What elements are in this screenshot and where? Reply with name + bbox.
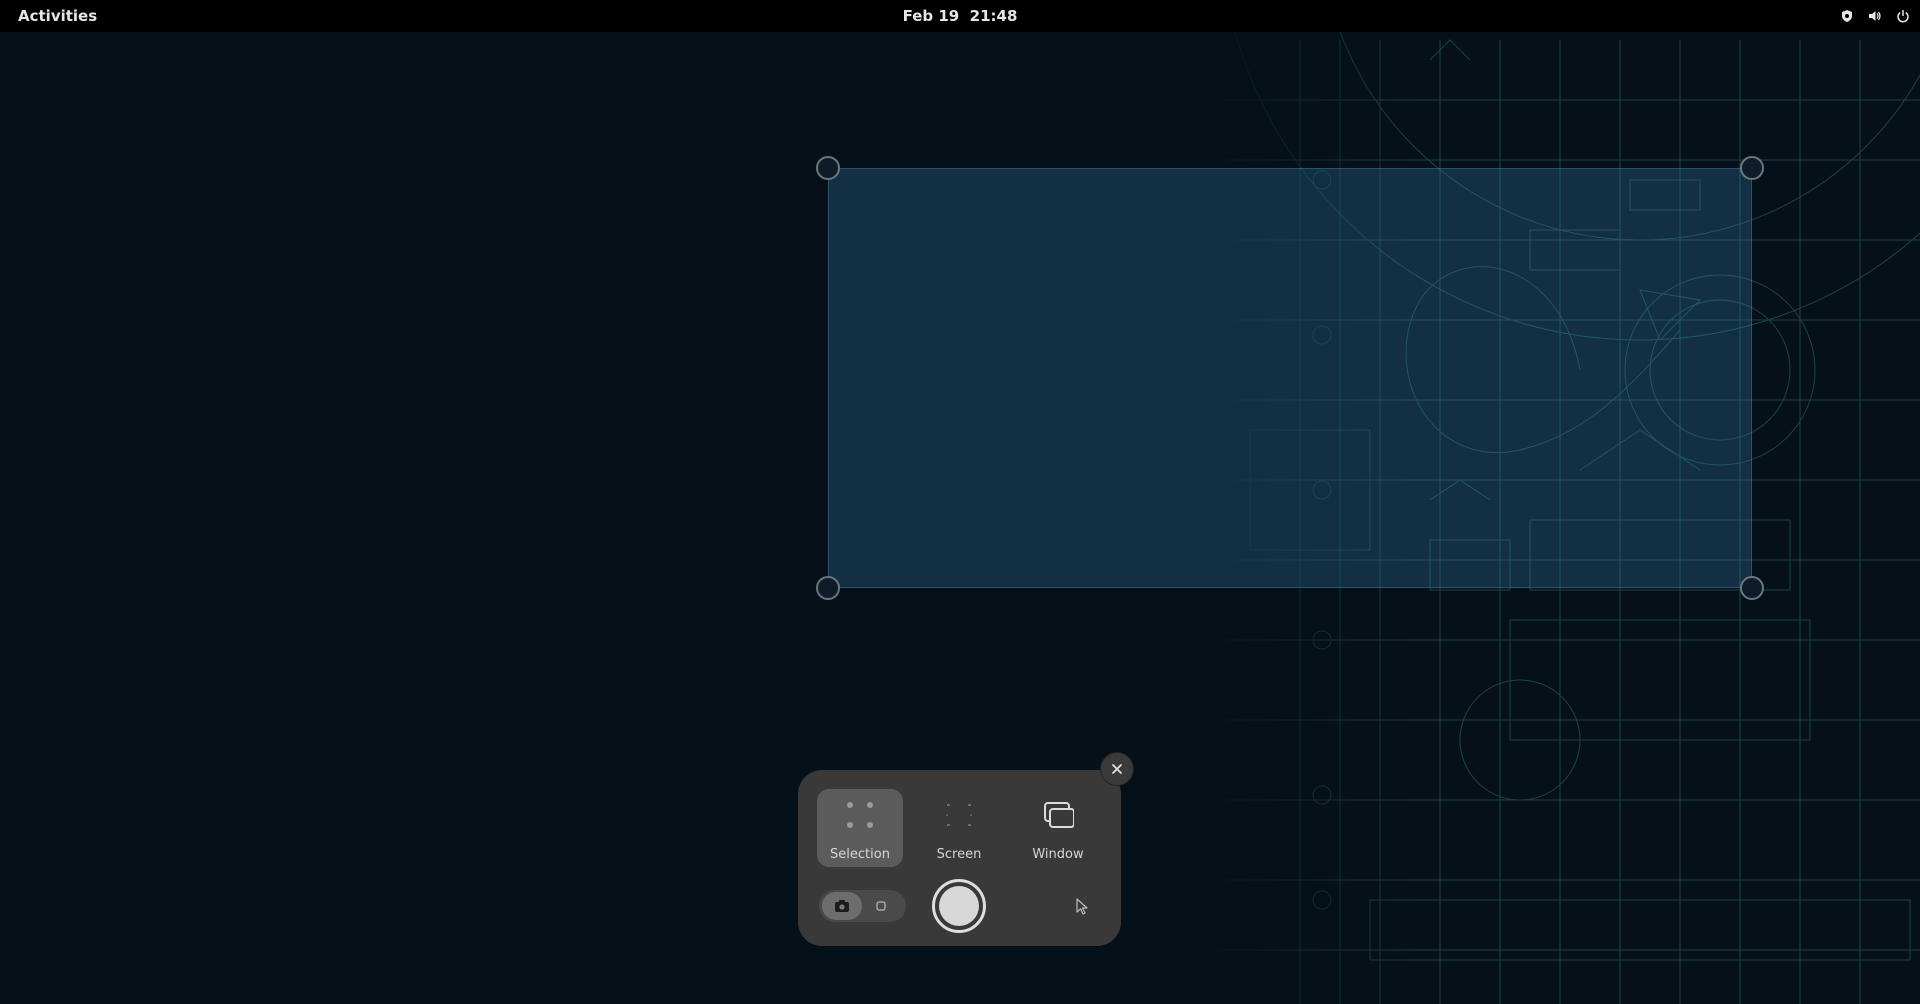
close-icon — [1112, 764, 1122, 774]
volume-icon[interactable] — [1868, 9, 1882, 23]
screenshot-type-button[interactable] — [822, 892, 862, 920]
selection-handle-top-left[interactable] — [816, 156, 840, 180]
screen-mode-button[interactable]: Screen — [916, 789, 1002, 867]
window-mode-label: Window — [1032, 847, 1084, 862]
selection-handle-bottom-right[interactable] — [1740, 576, 1764, 600]
capture-button[interactable] — [932, 879, 986, 933]
camera-icon — [835, 900, 849, 912]
window-icon — [1044, 802, 1074, 828]
desktop: Activities Feb 19 21:48 Selection Screen… — [0, 0, 1920, 1004]
clock-button[interactable]: Feb 19 21:48 — [903, 7, 1018, 25]
shield-icon[interactable] — [1840, 9, 1854, 23]
selection-icon — [847, 802, 873, 828]
close-button[interactable] — [1100, 752, 1134, 786]
capture-type-toggle[interactable] — [819, 890, 906, 922]
pointer-icon[interactable] — [1072, 896, 1092, 916]
screen-icon — [946, 804, 972, 826]
capture-icon — [939, 886, 979, 926]
activities-button[interactable]: Activities — [18, 0, 97, 32]
selection-handle-bottom-left[interactable] — [816, 576, 840, 600]
selection-handle-top-right[interactable] — [1740, 156, 1764, 180]
power-icon[interactable] — [1896, 9, 1910, 23]
video-camera-icon[interactable] — [874, 899, 888, 913]
selection-mode-label: Selection — [830, 847, 890, 862]
selection-area[interactable] — [828, 168, 1752, 588]
screenshot-panel: Selection Screen Window — [798, 770, 1121, 946]
selection-mode-button[interactable]: Selection — [817, 789, 903, 867]
top-bar: Activities Feb 19 21:48 — [0, 0, 1920, 32]
system-tray[interactable] — [1840, 0, 1910, 32]
window-mode-button[interactable]: Window — [1015, 789, 1101, 867]
screen-mode-label: Screen — [936, 847, 982, 862]
clock: Feb 19 21:48 — [0, 0, 1920, 32]
